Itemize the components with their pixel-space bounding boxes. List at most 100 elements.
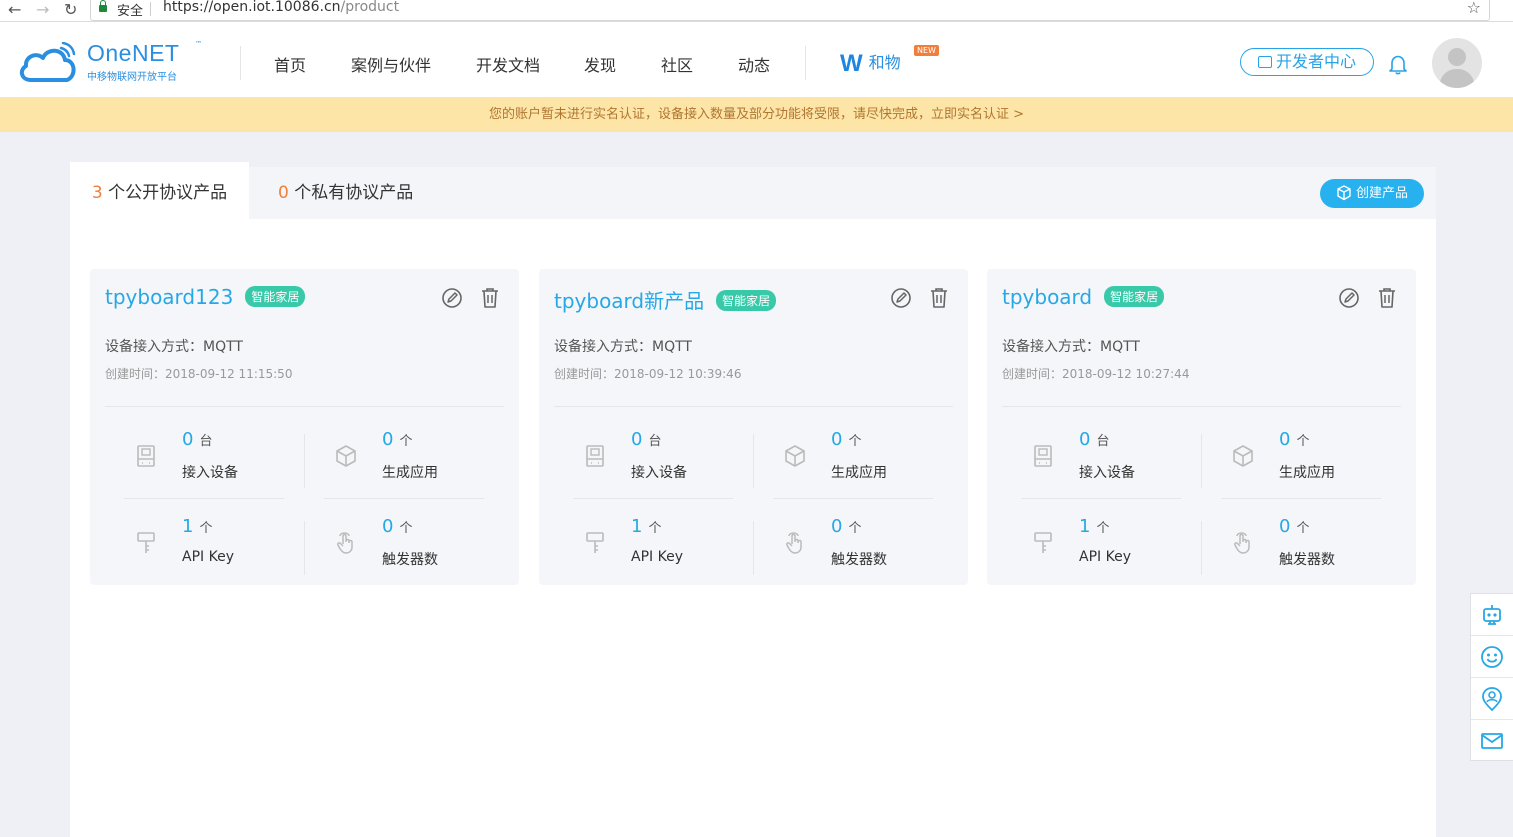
developer-center-button[interactable]: 开发者中心	[1240, 48, 1374, 76]
unit-tai: 台	[1096, 434, 1110, 449]
product-name[interactable]: tpyboard 智能家居	[1002, 285, 1165, 309]
card-divider	[105, 406, 504, 407]
stat-triggers[interactable]: 0个 触发器数	[1187, 514, 1387, 584]
message-button[interactable]	[1471, 720, 1513, 762]
apikey-count-value: 1	[631, 516, 643, 537]
lock-icon	[99, 0, 107, 12]
trigger-count: 0个	[1279, 516, 1309, 537]
smiley-icon	[1481, 645, 1503, 668]
robot-chat-button[interactable]	[1471, 594, 1513, 636]
new-badge: NEW	[914, 45, 939, 56]
product-name[interactable]: tpyboard123 智能家居	[105, 285, 306, 309]
back-arrow-icon[interactable]: ←	[8, 0, 21, 22]
verification-notice[interactable]: 您的账户暂未进行实名认证，设备接入数量及部分功能将受限，请尽快完成，立即实名认证…	[0, 97, 1513, 132]
cube-icon	[1233, 445, 1253, 467]
stat-triggers[interactable]: 0个 触发器数	[290, 514, 490, 584]
create-product-button[interactable]: 创建产品	[1320, 179, 1424, 208]
private-product-label: 个私有协议产品	[294, 183, 414, 203]
key-icon	[137, 532, 155, 553]
trash-icon[interactable]	[480, 287, 500, 309]
tab-private-products[interactable]: 0 个私有协议产品	[278, 162, 413, 219]
trigger-count: 0个	[382, 516, 412, 537]
forward-arrow-icon[interactable]: →	[36, 0, 49, 22]
stat-apikeys[interactable]: 1个 API Key	[987, 514, 1187, 584]
hewu-w-icon: W	[840, 50, 863, 77]
product-name[interactable]: tpyboard新产品 智能家居	[554, 285, 777, 314]
user-avatar[interactable]	[1432, 38, 1482, 88]
stat-devices[interactable]: 0台 接入设备	[539, 427, 739, 497]
unit-ge: 个	[848, 521, 862, 536]
create-product-label: 创建产品	[1355, 186, 1408, 201]
edit-icon[interactable]	[890, 287, 912, 309]
created-time: 创建时间：2018-09-12 10:27:44	[1002, 367, 1190, 381]
product-name-text: tpyboard新产品	[554, 289, 705, 313]
nav-hewu[interactable]: W 和物 NEW	[840, 45, 939, 78]
created-time: 创建时间：2018-09-12 10:39:46	[554, 367, 742, 381]
address-bar[interactable]: 安全 https://open.iot.10086.cn/product ☆	[90, 0, 1490, 21]
envelope-icon	[1481, 733, 1503, 749]
product-card: tpyboard新产品 智能家居 设备接入方式：MQTT 创建时间：2018-09…	[539, 269, 968, 585]
browser-toolbar: ← → ↻ 安全 https://open.iot.10086.cn/produ…	[0, 0, 1513, 22]
stat-row-divider	[324, 498, 484, 499]
feedback-button[interactable]	[1471, 636, 1513, 678]
access-method: 设备接入方式：MQTT	[105, 339, 243, 355]
secure-label: 安全	[117, 4, 144, 19]
device-icon	[1034, 445, 1052, 467]
apikey-count: 1个	[182, 516, 212, 537]
trash-icon[interactable]	[1377, 287, 1397, 309]
reload-icon[interactable]: ↻	[64, 0, 77, 22]
product-card: tpyboard 智能家居 设备接入方式：MQTT 创建时间：2018-09-12…	[987, 269, 1416, 585]
device-count-value: 0	[631, 429, 643, 450]
device-icon	[137, 445, 155, 467]
onenet-logo[interactable]: OneNET ™ 中移物联网开放平台	[17, 40, 207, 84]
apikey-count-value: 1	[1079, 516, 1091, 537]
stat-devices[interactable]: 0台 接入设备	[90, 427, 290, 497]
header-divider	[805, 46, 806, 80]
device-label: 接入设备	[631, 465, 687, 481]
bell-icon[interactable]	[1388, 53, 1408, 75]
stat-row-divider	[1021, 498, 1181, 499]
app-count-value: 0	[382, 429, 394, 450]
device-count: 0台	[182, 429, 212, 450]
nav-community[interactable]: 社区	[661, 52, 693, 76]
stat-apps[interactable]: 0个 生成应用	[739, 427, 939, 497]
hewu-label: 和物	[868, 53, 901, 72]
brand-slogan: 中移物联网开放平台	[87, 72, 177, 83]
stat-apikeys[interactable]: 1个 API Key	[539, 514, 739, 584]
card-divider	[554, 406, 953, 407]
header-divider	[240, 46, 241, 80]
nav-docs[interactable]: 开发文档	[476, 52, 540, 76]
bookmark-star-icon[interactable]: ☆	[1467, 0, 1481, 17]
stat-apps[interactable]: 0个 生成应用	[1187, 427, 1387, 497]
cube-plus-icon	[1337, 185, 1351, 201]
robot-icon	[1483, 604, 1501, 625]
key-icon	[586, 532, 604, 553]
app-label: 生成应用	[382, 465, 438, 481]
floating-side-toolbar	[1470, 593, 1513, 761]
trigger-label: 触发器数	[831, 552, 887, 568]
trash-icon[interactable]	[929, 287, 949, 309]
app-count-value: 0	[831, 429, 843, 450]
nav-discover[interactable]: 发现	[584, 52, 616, 76]
stat-triggers[interactable]: 0个 触发器数	[739, 514, 939, 584]
stat-apps[interactable]: 0个 生成应用	[290, 427, 490, 497]
tab-public-products[interactable]: 3 个公开协议产品	[70, 162, 249, 219]
trademark: ™	[195, 40, 202, 48]
stat-apikeys[interactable]: 1个 API Key	[90, 514, 290, 584]
app-count-value: 0	[1279, 429, 1291, 450]
cube-icon	[336, 445, 356, 467]
site-header: OneNET ™ 中移物联网开放平台 首页 案例与伙伴 开发文档 发现 社区 动…	[0, 22, 1513, 97]
url-text[interactable]: https://open.iot.10086.cn/product	[163, 0, 399, 15]
nav-news[interactable]: 动态	[738, 52, 770, 76]
unit-ge: 个	[1296, 521, 1310, 536]
url-host: https://open.iot.10086.cn	[163, 0, 341, 15]
nav-home[interactable]: 首页	[274, 52, 306, 76]
device-label: 接入设备	[1079, 465, 1135, 481]
apikey-count: 1个	[631, 516, 661, 537]
stat-devices[interactable]: 0台 接入设备	[987, 427, 1187, 497]
edit-icon[interactable]	[1338, 287, 1360, 309]
location-button[interactable]	[1471, 678, 1513, 720]
developer-center-icon	[1257, 56, 1272, 68]
edit-icon[interactable]	[441, 287, 463, 309]
nav-cases-partners[interactable]: 案例与伙伴	[351, 52, 431, 76]
